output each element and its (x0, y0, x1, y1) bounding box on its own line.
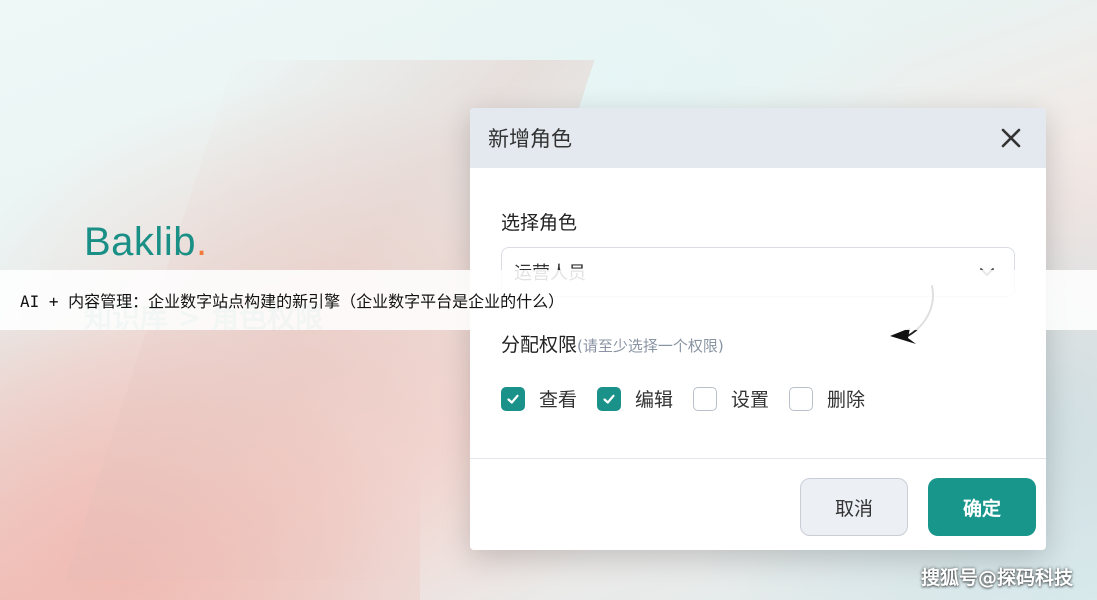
permission-option-edit[interactable]: 编辑 (597, 385, 673, 412)
caption-band: AI + 内容管理：企业数字站点构建的新引擎（企业数字平台是企业的什么） (0, 270, 1097, 330)
watermark: 搜狐号@探码科技 (920, 567, 1073, 589)
background-shape (0, 330, 420, 600)
brand-logo: Baklib. (84, 220, 208, 265)
close-icon (1001, 128, 1021, 148)
brand-name: Baklib (84, 220, 196, 264)
permission-options: 查看 编辑 设置 删除 (501, 385, 1015, 412)
caption-text: AI + 内容管理：企业数字站点构建的新引擎（企业数字平台是企业的什么） (20, 292, 565, 311)
permission-option-delete[interactable]: 删除 (789, 385, 865, 412)
settings-checkbox[interactable] (693, 386, 718, 411)
edit-checkbox[interactable] (597, 386, 622, 411)
footer-divider (470, 458, 1046, 459)
dialog-header: 新增角色 (470, 108, 1046, 168)
delete-checkbox[interactable] (789, 386, 814, 411)
brand-dot: . (195, 220, 208, 264)
view-label: 查看 (539, 389, 578, 411)
delete-label: 删除 (827, 389, 866, 411)
close-button[interactable] (994, 121, 1028, 155)
confirm-button[interactable]: 确定 (928, 478, 1036, 536)
check-icon (507, 394, 519, 404)
dialog-title: 新增角色 (488, 127, 572, 151)
permissions-label: 分配权限 (501, 334, 578, 356)
check-icon (603, 394, 615, 404)
view-checkbox[interactable] (501, 386, 525, 411)
settings-label: 设置 (731, 389, 770, 411)
cancel-button[interactable]: 取消 (800, 478, 908, 536)
permission-option-view[interactable]: 查看 (501, 385, 577, 412)
permission-option-settings[interactable]: 设置 (693, 385, 769, 412)
permissions-hint: (请至少选择一个权限) (577, 337, 724, 355)
edit-label: 编辑 (635, 389, 674, 411)
role-label: 选择角色 (501, 212, 578, 234)
